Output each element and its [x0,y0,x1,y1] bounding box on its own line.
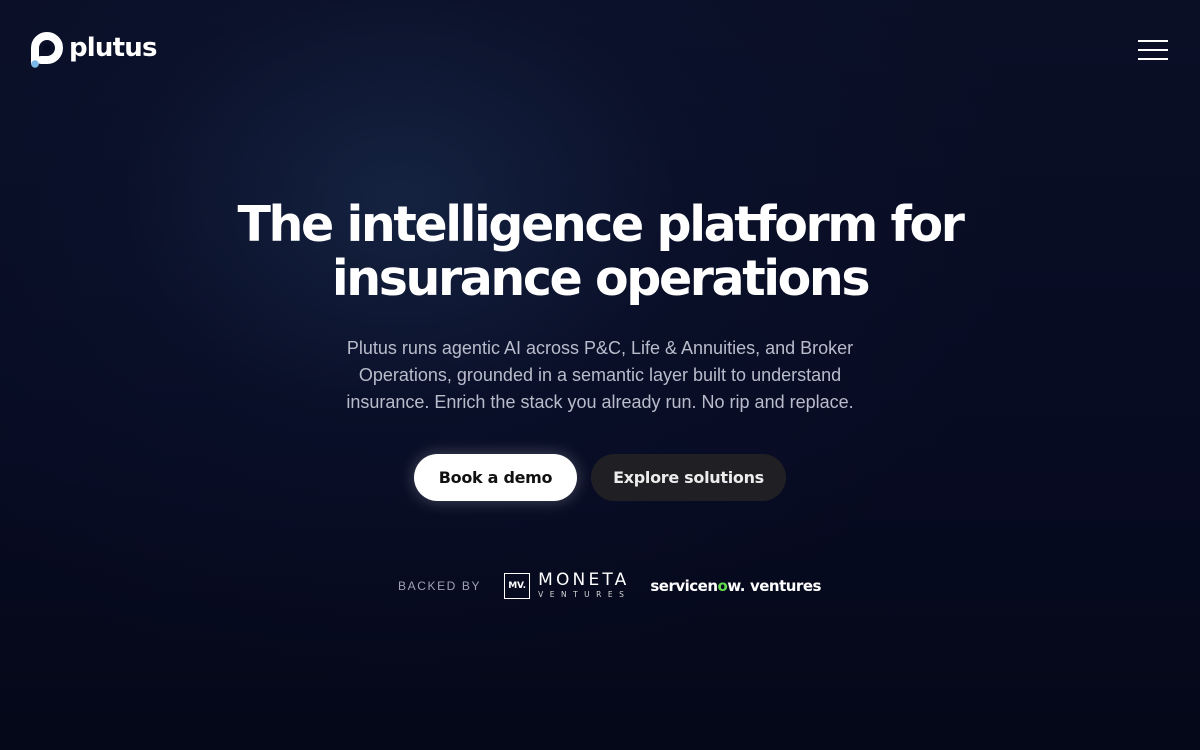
logo-wordmark: plutus [69,33,157,63]
hero-subtitle: Plutus runs agentic AI across P&C, Life … [346,338,854,412]
backed-by-section: BACKED BY MV. MONETA VENTURES servicen o w… [398,570,821,602]
moneta-name: MONETA [538,570,630,590]
hero-title: The intelligence platform for insurance … [237,196,964,307]
servicenow-ventures-logo: servicen o w. ventures [650,577,821,595]
servicenow-text-ventures: ventures [749,577,821,595]
plutus-logo[interactable]: plutus [30,31,157,69]
explore-solutions-button[interactable]: Explore solutions [591,454,786,501]
hero-section: The intelligence platform for insurance … [0,198,1200,416]
cta-group: Book a demo Explore solutions [0,454,1200,501]
menu-button[interactable] [1138,38,1168,62]
moneta-wordmark: MONETA VENTURES [538,572,630,600]
book-demo-button[interactable]: Book a demo [414,454,577,501]
moneta-mark-icon: MV. [504,573,531,599]
backed-by-label: BACKED BY [398,579,482,593]
site-header: plutus [0,0,1200,100]
servicenow-accent-o: o [717,577,728,595]
moneta-ventures-logo: MV. MONETA VENTURES [504,570,630,602]
moneta-sub: VENTURES [538,590,631,599]
servicenow-text-part3: w. [727,577,745,595]
plutus-logo-icon [31,32,63,68]
servicenow-text-part1: servicen [650,577,718,595]
